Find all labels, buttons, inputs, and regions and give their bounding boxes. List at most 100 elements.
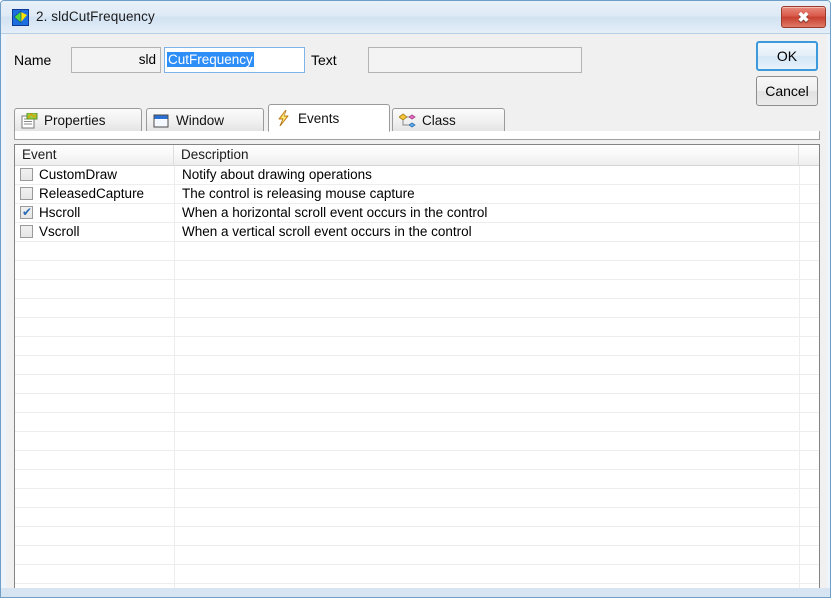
cell-divider — [174, 508, 175, 527]
lightning-bolt-icon — [275, 109, 292, 127]
cell-divider — [799, 356, 800, 375]
text-input[interactable] — [368, 47, 582, 73]
cell-divider — [799, 432, 800, 451]
cell-divider — [799, 242, 800, 261]
table-row[interactable]: CustomDraw Notify about drawing operation… — [15, 166, 819, 185]
cell-divider — [174, 470, 175, 489]
cell-divider — [799, 394, 800, 413]
cell-divider — [174, 375, 175, 394]
table-row-empty[interactable] — [15, 299, 819, 318]
dialog-window: 2. sldCutFrequency ✖ Name sld CutFrequen… — [0, 0, 831, 598]
cell-divider — [174, 318, 175, 337]
column-header-extra[interactable] — [799, 145, 819, 165]
table-row-empty[interactable] — [15, 375, 819, 394]
table-row-empty[interactable] — [15, 527, 819, 546]
properties-document-icon — [21, 112, 38, 129]
ok-button[interactable]: OK — [756, 41, 818, 71]
name-input[interactable]: CutFrequency — [164, 47, 305, 73]
events-list: Event Description CustomDraw Notify about… — [14, 144, 820, 597]
table-row[interactable]: Vscroll When a vertical scroll event occu… — [15, 223, 819, 242]
table-row-empty[interactable] — [15, 508, 819, 527]
close-button[interactable]: ✖ — [781, 6, 826, 28]
table-row-empty[interactable] — [15, 394, 819, 413]
class-hierarchy-icon — [398, 113, 416, 129]
cell-divider — [174, 565, 175, 584]
tab-class-label: Class — [422, 113, 456, 128]
title-bar: 2. sldCutFrequency ✖ — [1, 1, 830, 34]
event-checkbox[interactable] — [20, 168, 33, 181]
window-bottom-border — [1, 588, 830, 597]
cell-divider — [174, 337, 175, 356]
cell-divider — [799, 470, 800, 489]
event-checkbox[interactable] — [20, 187, 33, 200]
ok-button-label: OK — [776, 48, 798, 64]
table-row[interactable]: ✔ Hscroll When a horizontal scroll event o… — [15, 204, 819, 223]
cell-divider — [174, 261, 175, 280]
table-row-empty[interactable] — [15, 280, 819, 299]
event-description: The control is releasing mouse capture — [182, 186, 415, 201]
cell-divider — [799, 166, 800, 185]
cell-divider — [174, 451, 175, 470]
tab-class[interactable]: Class — [392, 108, 505, 132]
table-row-empty[interactable] — [15, 546, 819, 565]
table-row-empty[interactable] — [15, 337, 819, 356]
window-frame-icon — [153, 113, 170, 129]
table-row-empty[interactable] — [15, 432, 819, 451]
table-row-empty[interactable] — [15, 413, 819, 432]
cell-divider — [799, 280, 800, 299]
cell-divider — [799, 565, 800, 584]
cell-divider — [174, 527, 175, 546]
events-list-body: CustomDraw Notify about drawing operation… — [15, 166, 819, 597]
cell-divider — [799, 375, 800, 394]
cell-divider — [174, 394, 175, 413]
event-checkbox[interactable]: ✔ — [20, 205, 33, 219]
name-prefix-field: sld — [71, 47, 161, 73]
table-row-empty[interactable] — [15, 451, 819, 470]
table-row[interactable]: ReleasedCapture The control is releasing … — [15, 185, 819, 204]
close-icon: ✖ — [797, 8, 810, 25]
tab-window-label: Window — [176, 113, 225, 128]
cell-divider — [174, 223, 175, 242]
cell-divider — [174, 280, 175, 299]
cell-divider — [174, 413, 175, 432]
event-description: When a horizontal scroll event occurs in… — [182, 205, 488, 220]
cell-divider — [799, 223, 800, 242]
dialog-client-area: Name sld CutFrequency Text OK Cancel Pro… — [6, 34, 827, 597]
app-arrow-icon — [12, 9, 29, 26]
table-row-empty[interactable] — [15, 565, 819, 584]
tab-panel-top-strip — [14, 131, 820, 140]
tab-events[interactable]: Events — [268, 104, 390, 132]
table-row-empty[interactable] — [15, 261, 819, 280]
table-row-empty[interactable] — [15, 356, 819, 375]
tab-strip: Properties Window Events Class — [14, 104, 820, 132]
table-row-empty[interactable] — [15, 318, 819, 337]
table-row-empty[interactable] — [15, 489, 819, 508]
cell-divider — [799, 318, 800, 337]
cell-divider — [799, 299, 800, 318]
tab-window[interactable]: Window — [146, 108, 264, 132]
table-row-empty[interactable] — [15, 242, 819, 261]
name-label: Name — [14, 52, 52, 68]
cancel-button[interactable]: Cancel — [756, 76, 818, 106]
cell-divider — [799, 413, 800, 432]
cell-divider — [799, 337, 800, 356]
tab-events-label: Events — [298, 110, 340, 126]
event-name: Vscroll — [39, 224, 80, 239]
cancel-button-label: Cancel — [765, 83, 809, 99]
cell-divider — [174, 356, 175, 375]
column-header-description[interactable]: Description — [174, 145, 799, 165]
event-checkbox[interactable] — [20, 225, 33, 238]
event-name: CustomDraw — [39, 167, 118, 182]
cell-divider — [174, 185, 175, 204]
column-header-event[interactable]: Event — [15, 145, 174, 165]
name-input-selected-text: CutFrequency — [167, 52, 254, 67]
table-row-empty[interactable] — [15, 470, 819, 489]
tab-properties[interactable]: Properties — [14, 108, 142, 132]
cell-divider — [799, 527, 800, 546]
cell-divider — [799, 546, 800, 565]
event-name: ReleasedCapture — [39, 186, 145, 201]
cell-divider — [174, 204, 175, 223]
cell-divider — [799, 451, 800, 470]
cell-divider — [799, 489, 800, 508]
events-list-header: Event Description — [15, 145, 819, 166]
